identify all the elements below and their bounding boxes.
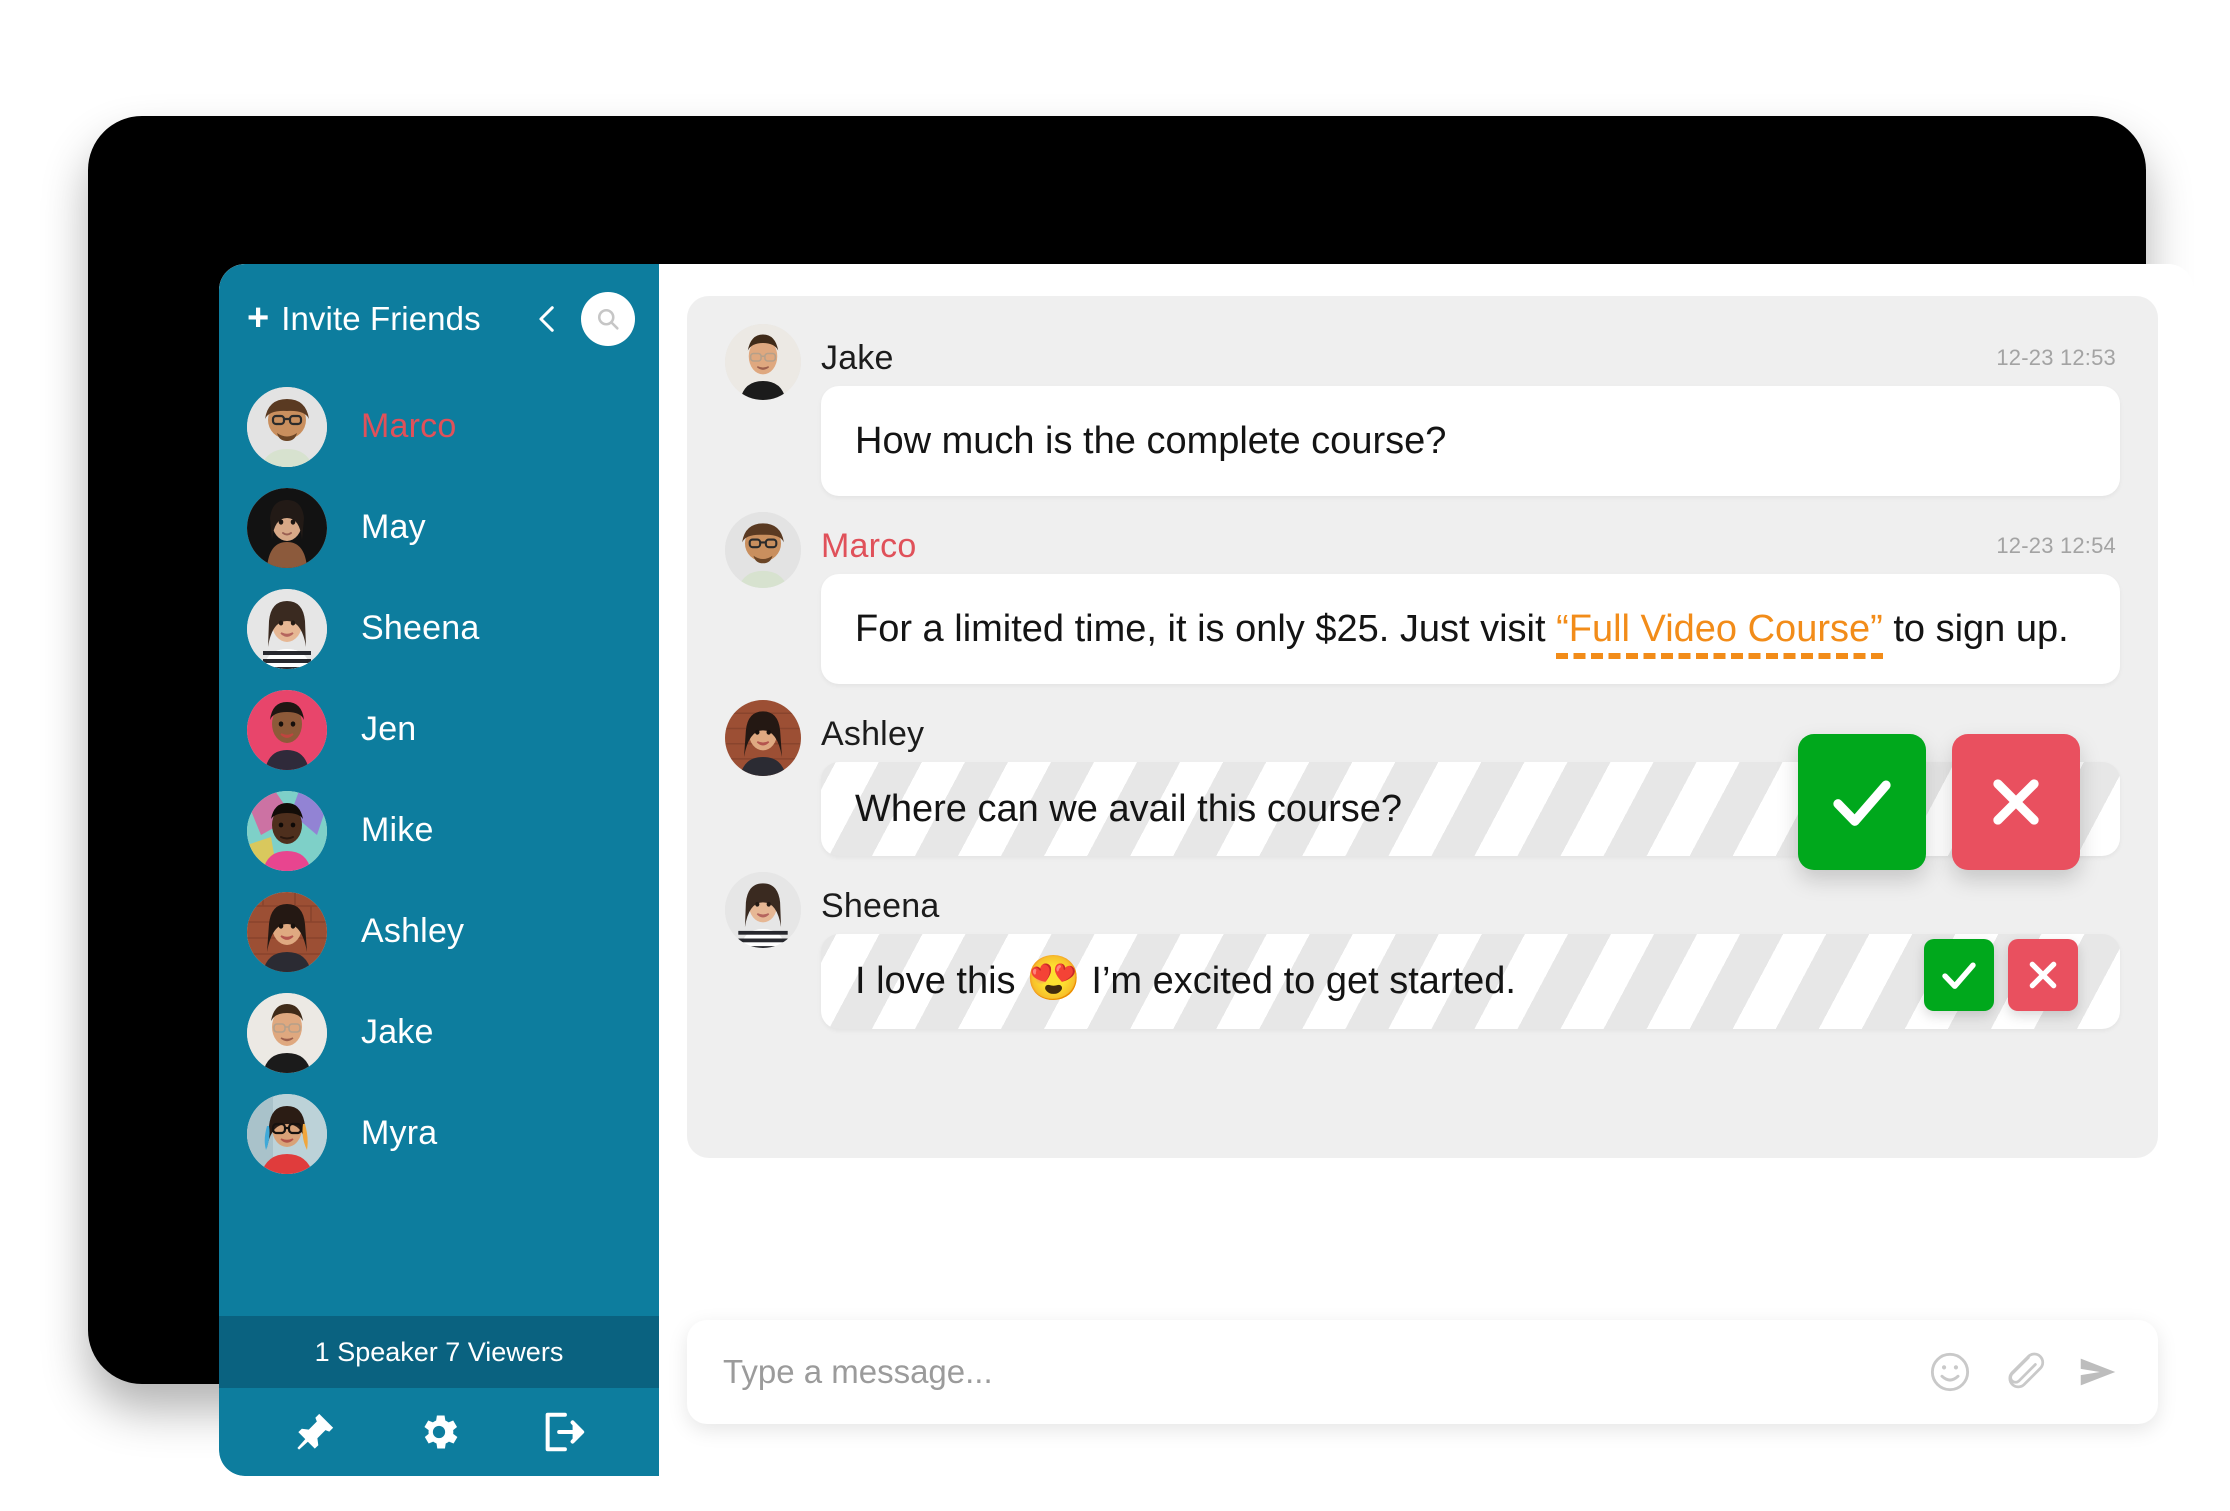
smiley-icon[interactable] xyxy=(1924,1346,1976,1398)
reject-button[interactable] xyxy=(2008,938,2078,1011)
contact-row-myra[interactable]: Myra xyxy=(219,1083,659,1184)
contact-name: Mike xyxy=(361,811,434,849)
gear-icon[interactable] xyxy=(413,1406,465,1458)
avatar xyxy=(725,700,801,777)
moderation-actions-sheena xyxy=(1924,938,2078,1011)
contact-name: Jen xyxy=(361,710,417,748)
contact-name: Jake xyxy=(361,1013,434,1051)
avatar xyxy=(247,386,327,467)
avatar xyxy=(247,487,327,568)
message-text: I love this 😍 I’m excited to get started… xyxy=(855,956,2086,1006)
message-list: Jake 12-23 12:53 How much is the complet… xyxy=(687,296,2158,1158)
contact-name: Ashley xyxy=(361,912,465,950)
contact-row-jake[interactable]: Jake xyxy=(219,982,659,1083)
contact-row-sheena[interactable]: Sheena xyxy=(219,578,659,679)
avatar xyxy=(247,891,327,972)
message-header: Jake 12-23 12:53 xyxy=(725,324,2120,400)
status-text: 1 Speaker 7 Viewers xyxy=(314,1336,564,1367)
contact-name: Myra xyxy=(361,1114,438,1152)
approve-button[interactable] xyxy=(1924,938,1994,1011)
plus-icon: + xyxy=(247,296,270,339)
moderation-actions-ashley xyxy=(1798,734,2080,871)
app-screen: + Invite Friends Marco May Sheena Jen Mi… xyxy=(219,264,2194,1476)
message-bubble: For a limited time, it is only $25. Just… xyxy=(821,574,2120,685)
approve-button[interactable] xyxy=(1798,734,1926,871)
chat-main: Jake 12-23 12:53 How much is the complet… xyxy=(659,264,2194,1476)
send-icon[interactable] xyxy=(2072,1346,2124,1398)
avatar xyxy=(247,689,327,770)
sidebar-header: + Invite Friends xyxy=(219,264,659,374)
invite-friends-label: Invite Friends xyxy=(281,300,481,337)
message-author: Ashley xyxy=(821,714,925,753)
tablet-device-frame: + Invite Friends Marco May Sheena Jen Mi… xyxy=(88,116,2194,1476)
chevron-left-icon[interactable] xyxy=(531,297,565,341)
message-input[interactable] xyxy=(721,1352,1902,1392)
message-text-before: I love this xyxy=(855,960,1027,1003)
message-jake: Jake 12-23 12:53 How much is the complet… xyxy=(725,324,2120,497)
contact-row-marco[interactable]: Marco xyxy=(219,376,659,477)
message-composer xyxy=(687,1320,2158,1424)
full-video-course-link[interactable]: “Full Video Course” xyxy=(1556,608,1883,660)
search-button[interactable] xyxy=(581,292,635,346)
message-text-before: For a limited time, it is only $25. Just… xyxy=(855,608,1557,651)
message-timestamp: 12-23 12:54 xyxy=(1996,533,2116,559)
message-sheena: Sheena I love this 😍 I’m excited to get … xyxy=(725,872,2120,1029)
avatar xyxy=(247,588,327,669)
avatar xyxy=(725,872,801,949)
message-author: Jake xyxy=(821,338,894,377)
message-ashley: Ashley Where can we avail this course? xyxy=(725,700,2120,871)
message-author: Sheena xyxy=(821,886,940,925)
sidebar: + Invite Friends Marco May Sheena Jen Mi… xyxy=(219,264,659,1476)
avatar xyxy=(247,1093,327,1174)
message-marco: Marco 12-23 12:54 For a limited time, it… xyxy=(725,512,2120,685)
message-timestamp: 12-23 12:53 xyxy=(1996,345,2116,370)
contact-row-jen[interactable]: Jen xyxy=(219,679,659,780)
heart-eyes-emoji-icon: 😍 xyxy=(1026,954,1081,1004)
message-author: Marco xyxy=(821,526,917,565)
avatar xyxy=(725,512,801,589)
avatar xyxy=(725,324,801,400)
message-header: Marco 12-23 12:54 xyxy=(725,512,2120,589)
avatar xyxy=(247,790,327,871)
message-text-after: to sign up. xyxy=(1882,608,2069,651)
speaker-viewer-status: 1 Speaker 7 Viewers xyxy=(219,1316,659,1388)
message-bubble: How much is the complete course? xyxy=(821,386,2120,497)
invite-friends-button[interactable]: + Invite Friends xyxy=(247,296,531,339)
avatar xyxy=(247,992,327,1073)
contact-row-mike[interactable]: Mike xyxy=(219,780,659,881)
logout-icon[interactable] xyxy=(537,1406,589,1458)
reject-button[interactable] xyxy=(1952,734,2080,871)
contact-row-may[interactable]: May xyxy=(219,477,659,578)
paperclip-icon[interactable] xyxy=(1998,1346,2050,1398)
contact-name: Sheena xyxy=(361,609,480,647)
contact-list: Marco May Sheena Jen Mike Ashley Jake My… xyxy=(219,376,659,1316)
contact-row-ashley[interactable]: Ashley xyxy=(219,881,659,982)
sidebar-footer xyxy=(219,1388,659,1476)
contact-name: Marco xyxy=(361,407,457,445)
contact-name: May xyxy=(361,508,426,546)
message-text-after: I’m excited to get started. xyxy=(1080,960,1516,1003)
pin-icon[interactable] xyxy=(289,1406,341,1458)
message-header: Sheena xyxy=(725,872,2120,949)
message-text: How much is the complete course? xyxy=(855,420,1447,462)
